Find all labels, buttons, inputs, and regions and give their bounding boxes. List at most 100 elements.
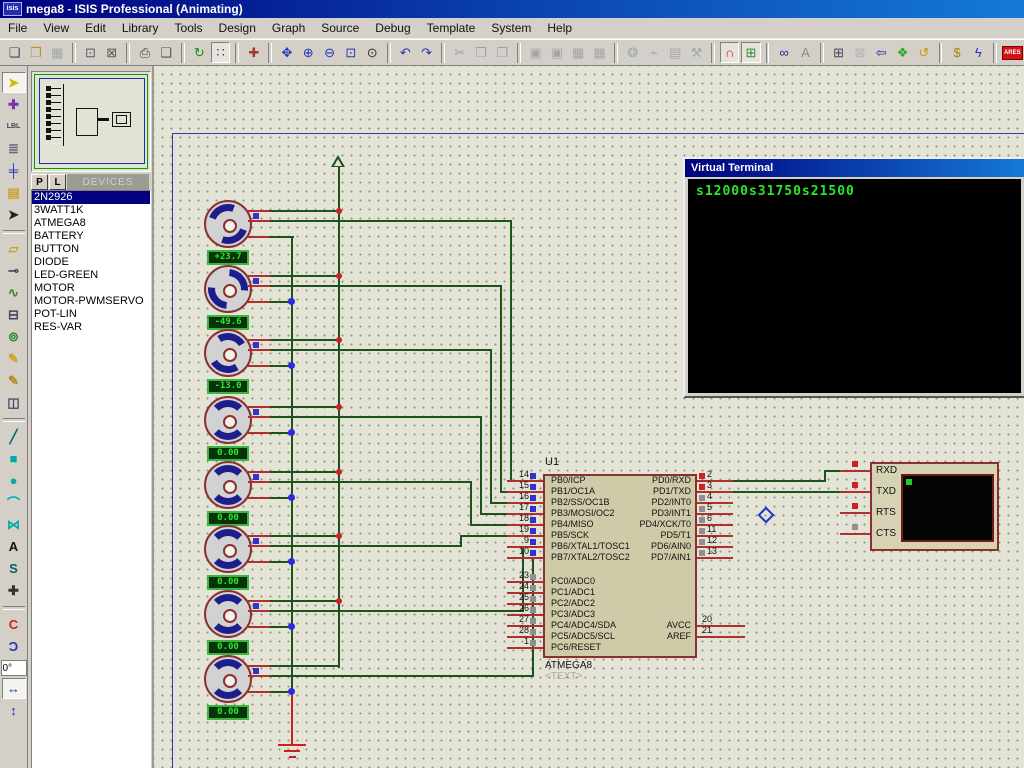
menu-design[interactable]: Design: [211, 19, 264, 37]
mirror-horizontal-icon[interactable]: ↔: [2, 678, 26, 699]
overview-window[interactable]: [31, 71, 151, 172]
virtual-instrument-icon[interactable]: ◫: [2, 392, 26, 413]
2d-arc-icon[interactable]: ⌒: [2, 492, 26, 513]
zoom-area-icon[interactable]: ⊡: [341, 42, 360, 63]
bill-of-materials-icon[interactable]: $: [947, 42, 966, 63]
menu-edit[interactable]: Edit: [77, 19, 114, 37]
2d-text-icon[interactable]: A: [2, 536, 26, 557]
pan-icon[interactable]: ✥: [277, 42, 296, 63]
ground-symbol[interactable]: [278, 744, 306, 746]
2d-symbol-icon[interactable]: S: [2, 558, 26, 579]
menu-library[interactable]: Library: [114, 19, 167, 37]
rotate-clockwise-icon[interactable]: C: [2, 614, 26, 635]
2d-circle-icon[interactable]: ●: [2, 470, 26, 491]
servo-motor[interactable]: [204, 396, 252, 444]
search-icon[interactable]: ∞: [774, 42, 793, 63]
grid-toggle-icon[interactable]: ∷: [211, 42, 230, 63]
2d-box-icon[interactable]: ■: [2, 448, 26, 469]
zoom-all-icon[interactable]: ⊙: [363, 42, 382, 63]
undo-icon[interactable]: ↶: [396, 42, 415, 63]
servo-motor[interactable]: [204, 590, 252, 638]
servo-motor[interactable]: [204, 265, 252, 313]
device-list-item[interactable]: BUTTON: [32, 243, 150, 256]
device-list-item[interactable]: RES-VAR: [32, 321, 150, 334]
virtual-terminal-titlebar[interactable]: Virtual Terminal: [685, 159, 1024, 177]
virtual-terminal-screen[interactable]: s12000s31750s21500: [688, 179, 1021, 393]
graph-mode-icon[interactable]: ∿: [2, 282, 26, 303]
bus-icon[interactable]: ╪: [2, 160, 26, 181]
goto-sheet-icon[interactable]: ↺: [914, 42, 933, 63]
device-list-item[interactable]: POT-LIN: [32, 308, 150, 321]
exit-to-parent-icon[interactable]: ⇦: [872, 42, 891, 63]
new-file-icon[interactable]: ❏: [5, 42, 24, 63]
tape-recorder-icon[interactable]: ⊟: [2, 304, 26, 325]
device-list-item[interactable]: DIODE: [32, 256, 150, 269]
menu-template[interactable]: Template: [419, 19, 484, 37]
servo-motor[interactable]: [204, 655, 252, 703]
new-sheet-icon[interactable]: ⊞: [829, 42, 848, 63]
device-list-item[interactable]: BATTERY: [32, 230, 150, 243]
rotation-angle-field[interactable]: [1, 660, 27, 676]
voltage-probe-icon[interactable]: ✎: [2, 348, 26, 369]
generator-icon[interactable]: ⊚: [2, 326, 26, 347]
menu-tools[interactable]: Tools: [167, 19, 211, 37]
2d-path-icon[interactable]: ⋈: [2, 514, 26, 535]
wire: [270, 545, 462, 547]
device-list-item[interactable]: MOTOR: [32, 282, 150, 295]
pin-state-indicator: [530, 550, 536, 556]
virtual-terminal-window[interactable]: Virtual Terminal s12000s31750s21500: [683, 157, 1024, 398]
schematic-canvas[interactable]: Virtual Terminal s12000s31750s21500 +23.…: [152, 66, 1024, 768]
zoom-out-icon[interactable]: ⊖: [320, 42, 339, 63]
device-pin-icon[interactable]: ⊸: [2, 260, 26, 281]
text-script-icon[interactable]: ≣: [2, 138, 26, 159]
servo-motor[interactable]: [204, 525, 252, 573]
instant-edit-icon[interactable]: ➤: [2, 204, 26, 225]
menu-system[interactable]: System: [483, 19, 539, 37]
paste-icon: ❐: [493, 42, 512, 63]
device-list-item[interactable]: 3WATT1K: [32, 204, 150, 217]
property-assignment-icon[interactable]: A: [796, 42, 815, 63]
mirror-vertical-icon[interactable]: ↕: [2, 700, 26, 721]
device-list-item[interactable]: ATMEGA8: [32, 217, 150, 230]
device-list-item[interactable]: LED-GREEN: [32, 269, 150, 282]
2d-line-icon[interactable]: ╱: [2, 426, 26, 447]
menu-file[interactable]: File: [0, 19, 35, 37]
selection-mode-icon[interactable]: ➤: [2, 72, 26, 93]
menu-source[interactable]: Source: [313, 19, 367, 37]
marker-icon[interactable]: ✚: [2, 580, 26, 601]
menu-view[interactable]: View: [35, 19, 77, 37]
current-probe-icon[interactable]: ✎: [2, 370, 26, 391]
netlist-to-ares-icon[interactable]: ARES: [1002, 42, 1023, 63]
servo-motor[interactable]: [204, 329, 252, 377]
menu-help[interactable]: Help: [539, 19, 580, 37]
print-icon[interactable]: ⎙: [135, 42, 154, 63]
chip-pin-label: PC1/ADC1: [551, 587, 595, 597]
electrical-check-icon[interactable]: ϟ: [969, 42, 988, 63]
title-bar[interactable]: isis mega8 - ISIS Professional (Animatin…: [0, 0, 1024, 18]
library-manager-button[interactable]: L: [49, 174, 66, 190]
wire-label-icon[interactable]: LBL: [2, 116, 26, 137]
menu-graph[interactable]: Graph: [264, 19, 313, 37]
mark-output-area-icon[interactable]: ❑: [157, 42, 176, 63]
zoom-to-child-icon[interactable]: ❖: [893, 42, 912, 63]
chip-pin-number: 15: [507, 480, 529, 490]
import-section-icon[interactable]: ⊡: [81, 42, 100, 63]
servo-motor[interactable]: [204, 200, 252, 248]
origin-icon[interactable]: ✚: [244, 42, 263, 63]
rotate-anticlockwise-icon[interactable]: Ɔ: [2, 636, 26, 657]
open-file-icon[interactable]: ❐: [26, 42, 45, 63]
search-tag-icon[interactable]: ⊞: [741, 42, 760, 63]
pick-devices-button[interactable]: P: [31, 174, 48, 190]
servo-motor[interactable]: [204, 461, 252, 509]
inter-sheet-terminal-icon[interactable]: ▱: [2, 238, 26, 259]
component-mode-icon[interactable]: ▤: [2, 182, 26, 203]
export-section-icon[interactable]: ⊠: [102, 42, 121, 63]
menu-debug[interactable]: Debug: [367, 19, 418, 37]
redraw-icon[interactable]: ↻: [190, 42, 209, 63]
junction-dot-icon[interactable]: ✚: [2, 94, 26, 115]
device-list-item[interactable]: MOTOR-PWMSERVO: [32, 295, 150, 308]
redo-icon[interactable]: ↷: [417, 42, 436, 63]
device-list-item[interactable]: 2N2926: [32, 191, 150, 204]
wire-autorouter-icon[interactable]: ∩: [720, 42, 739, 63]
zoom-in-icon[interactable]: ⊕: [299, 42, 318, 63]
